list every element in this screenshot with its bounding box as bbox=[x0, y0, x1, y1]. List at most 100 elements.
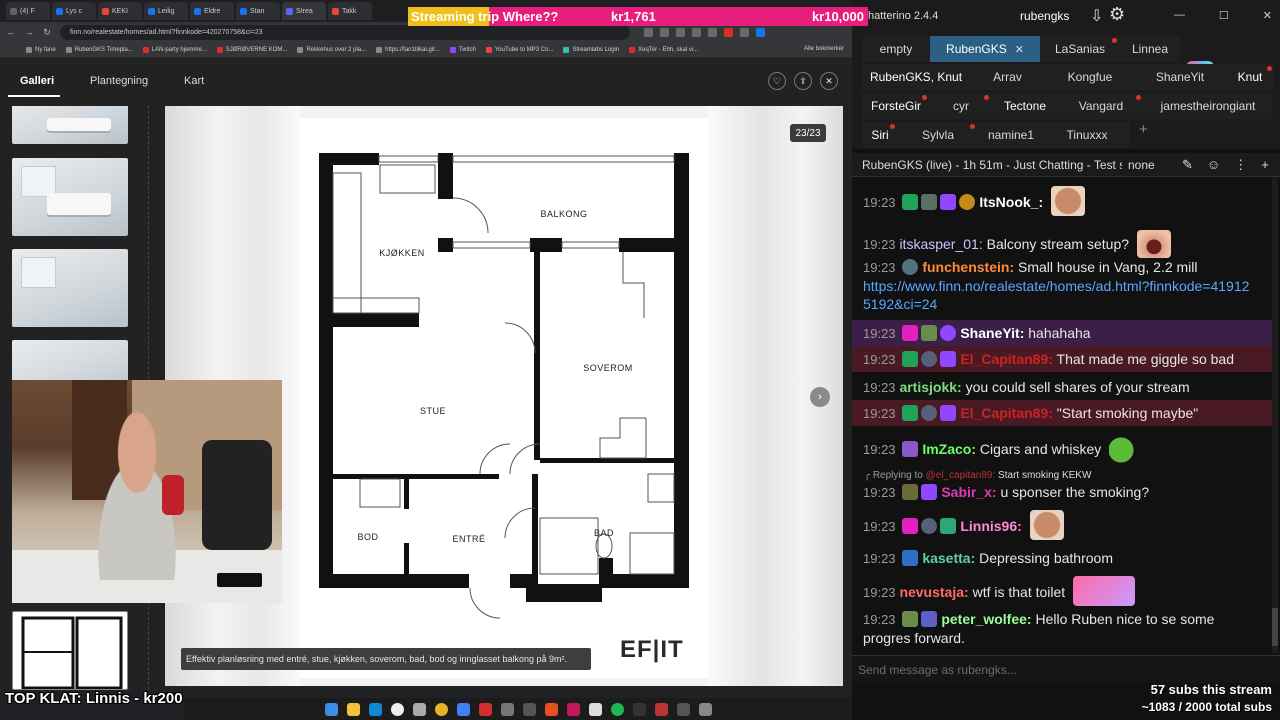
forward-icon[interactable]: → bbox=[24, 27, 34, 37]
app-icon[interactable] bbox=[566, 702, 580, 716]
message-username[interactable]: artisjokk: bbox=[899, 379, 961, 395]
message-link[interactable]: 5192&ci=24 bbox=[852, 295, 1272, 313]
bookmark-item[interactable]: RubenGKS Timepla... bbox=[65, 46, 133, 53]
chat-message[interactable]: 19:23 kasetta: Depressing bathroom bbox=[852, 545, 1272, 571]
chat-message-highlighted[interactable]: 19:23 El_Capitan89: "Start smoking maybe… bbox=[852, 400, 1272, 426]
tab-plantegning[interactable]: Plantegning bbox=[90, 75, 148, 87]
app-icon[interactable] bbox=[500, 702, 514, 716]
chat-tab[interactable]: Tinuxxx bbox=[1044, 122, 1130, 148]
bookmark-item[interactable]: https://fan1tilkai.git... bbox=[376, 46, 440, 53]
close-icon[interactable]: ✕ bbox=[820, 72, 838, 90]
chat-message[interactable]: 19:23 peter_wolfee: Hello Ruben nice to … bbox=[852, 610, 1272, 629]
extension-icon[interactable] bbox=[756, 27, 765, 37]
chat-tab[interactable]: Vangard bbox=[1058, 93, 1144, 119]
app-icon[interactable] bbox=[698, 702, 712, 716]
chat-message-highlighted[interactable]: 19:23 El_Capitan89: That made me giggle … bbox=[852, 346, 1272, 372]
chat-tab-selected[interactable]: RubenGKS ✕ bbox=[930, 36, 1040, 62]
chat-tab[interactable]: Siri bbox=[862, 122, 898, 148]
extension-icon[interactable] bbox=[676, 27, 685, 37]
bookmark-item[interactable]: Ny fane bbox=[26, 46, 56, 53]
back-icon[interactable]: ← bbox=[6, 27, 16, 37]
chat-scrollbar[interactable] bbox=[1272, 178, 1278, 653]
app-icon[interactable] bbox=[412, 702, 426, 716]
extension-icon[interactable] bbox=[660, 27, 669, 37]
gear-icon[interactable]: ⚙ bbox=[1109, 4, 1125, 25]
message-username[interactable]: Sabir_x: bbox=[941, 484, 996, 500]
message-username[interactable]: ImZaco: bbox=[922, 441, 976, 457]
chat-tab[interactable]: ShaneYit bbox=[1135, 64, 1225, 90]
browser-tab-active[interactable]: Strea bbox=[282, 2, 326, 20]
close-tab-icon[interactable]: ✕ bbox=[1015, 43, 1024, 56]
chat-tab[interactable]: empty bbox=[862, 36, 930, 62]
chat-tab[interactable]: Linnea bbox=[1120, 36, 1180, 62]
download-icon[interactable]: ⇩ bbox=[1090, 6, 1103, 26]
all-bookmarks[interactable]: Alle bokmerker bbox=[804, 46, 844, 52]
add-split-icon[interactable]: + bbox=[1261, 157, 1269, 173]
next-image-button[interactable]: › bbox=[810, 387, 830, 407]
chat-message[interactable]: 19:23 nevustaja: wtf is that toilet bbox=[852, 576, 1272, 610]
message-username[interactable]: nevustaja: bbox=[899, 584, 968, 600]
chat-tab[interactable]: jamestheirongiant bbox=[1144, 93, 1272, 119]
add-tab-icon[interactable]: + bbox=[1139, 121, 1148, 138]
app-icon[interactable] bbox=[390, 702, 404, 716]
chat-tab[interactable]: cyr bbox=[930, 93, 992, 119]
extension-icon[interactable] bbox=[708, 27, 717, 37]
more-icon[interactable]: ⋮ bbox=[1234, 157, 1247, 173]
app-icon[interactable] bbox=[588, 702, 602, 716]
edge-icon[interactable] bbox=[368, 702, 382, 716]
app-icon[interactable] bbox=[654, 702, 668, 716]
chat-message[interactable]: 19:23 itskasper_01: Balcony stream setup… bbox=[852, 230, 1272, 258]
pencil-icon[interactable]: ✎ bbox=[1182, 157, 1193, 173]
chat-message-highlighted[interactable]: 19:23 ShaneYit: hahahaha bbox=[852, 320, 1272, 346]
chat-tab[interactable]: Sylvla bbox=[898, 122, 978, 148]
extension-icon[interactable] bbox=[724, 27, 733, 37]
channel-mode[interactable]: none bbox=[1128, 158, 1155, 172]
chat-tab[interactable]: Tectone bbox=[992, 93, 1058, 119]
browser-tab[interactable]: Eldre bbox=[190, 2, 234, 20]
file-explorer-icon[interactable] bbox=[346, 702, 360, 716]
tab-galleri[interactable]: Galleri bbox=[20, 75, 54, 87]
message-username[interactable]: kasetta: bbox=[922, 550, 975, 566]
thumbnail-image[interactable] bbox=[12, 158, 128, 236]
extension-icon[interactable] bbox=[740, 27, 749, 37]
bookmark-item[interactable]: SJØRØVERNE KOM... bbox=[216, 46, 287, 53]
chat-message[interactable]: 19:23 Linnis96: bbox=[852, 510, 1272, 544]
message-username[interactable]: El_Capitan89: bbox=[960, 351, 1053, 367]
extension-icon[interactable] bbox=[692, 27, 701, 37]
browser-tab[interactable]: KEKI bbox=[98, 2, 142, 20]
app-icon[interactable] bbox=[456, 702, 470, 716]
app-icon[interactable] bbox=[544, 702, 558, 716]
chat-tab[interactable]: Kongfue bbox=[1045, 64, 1135, 90]
bookmark-item[interactable]: XeqTer - Ehh, skal vi... bbox=[629, 46, 698, 53]
heart-icon[interactable]: ♡ bbox=[768, 72, 786, 90]
users-icon[interactable]: ☺ bbox=[1207, 157, 1220, 173]
share-icon[interactable]: ⇪ bbox=[794, 72, 812, 90]
chat-tab[interactable]: ForsteGir bbox=[862, 93, 930, 119]
message-username[interactable]: ItsNook_: bbox=[979, 194, 1043, 210]
message-username[interactable]: itskasper_01: bbox=[899, 236, 982, 252]
minimize-icon[interactable]: — bbox=[1174, 9, 1185, 22]
chat-message-input[interactable] bbox=[858, 661, 1158, 679]
bookmark-item[interactable]: Rekkehus over 2 pla... bbox=[297, 46, 366, 53]
browser-tab[interactable]: (4) F bbox=[6, 2, 50, 20]
url-input[interactable]: finn.no/realestate/homes/ad.html?finnkod… bbox=[60, 24, 630, 40]
start-icon[interactable] bbox=[324, 702, 338, 716]
thumbnail-floorplan[interactable] bbox=[12, 611, 128, 690]
chat-tab[interactable]: namine1 bbox=[978, 122, 1044, 148]
chat-message[interactable]: 19:23 ImZaco: Cigars and whiskey bbox=[852, 433, 1272, 467]
chat-message[interactable]: 19:23 Sabir_x: u sponser the smoking? bbox=[852, 483, 1272, 502]
app-icon[interactable] bbox=[676, 702, 690, 716]
bookmark-item[interactable]: YouTube to MP3 Co... bbox=[485, 46, 553, 53]
browser-tab[interactable]: Takk bbox=[328, 2, 372, 20]
message-link[interactable]: https://www.finn.no/realestate/homes/ad.… bbox=[852, 277, 1272, 295]
chat-tab[interactable]: Arrav bbox=[970, 64, 1045, 90]
account-name[interactable]: rubengks bbox=[1020, 9, 1069, 23]
app-icon[interactable] bbox=[632, 702, 646, 716]
message-username[interactable]: peter_wolfee: bbox=[941, 611, 1031, 627]
chat-tab[interactable]: LaSanias bbox=[1040, 36, 1120, 62]
app-icon[interactable] bbox=[478, 702, 492, 716]
spotify-icon[interactable] bbox=[610, 702, 624, 716]
chat-message[interactable]: 19:23 ItsNook_: bbox=[852, 186, 1272, 222]
chat-tab[interactable]: Knut bbox=[1225, 64, 1275, 90]
browser-tab[interactable]: Stan bbox=[236, 2, 280, 20]
